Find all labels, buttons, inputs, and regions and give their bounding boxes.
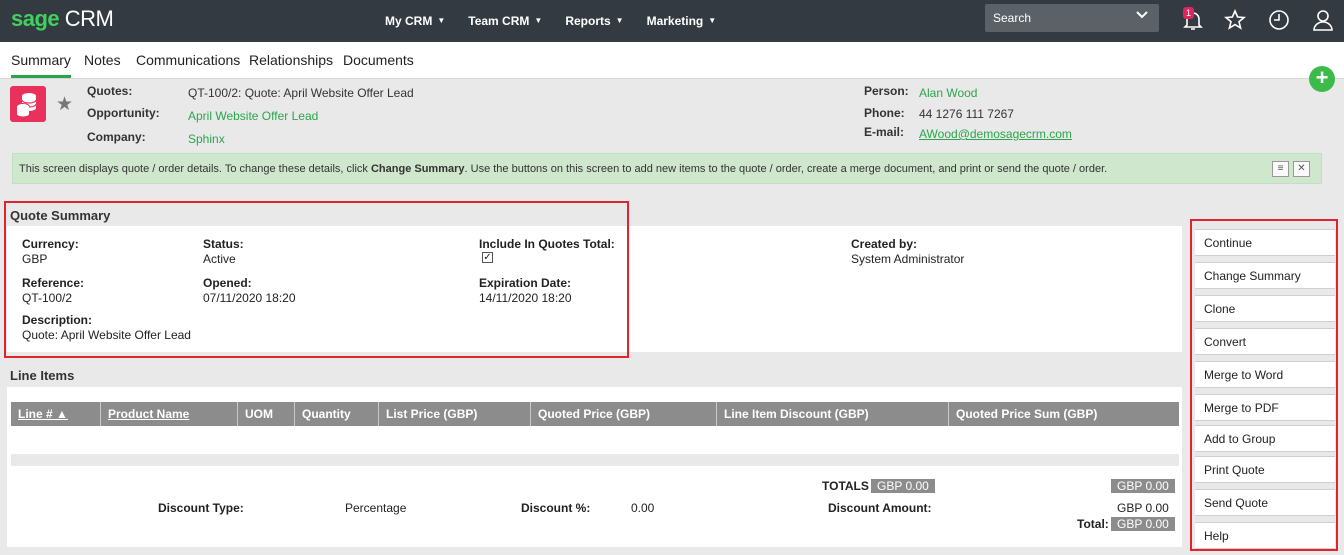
phone-label: Phone:: [864, 106, 905, 120]
merge-to-pdf-button[interactable]: Merge to PDF: [1195, 394, 1335, 421]
change-summary-button[interactable]: Change Summary: [1195, 262, 1335, 289]
column-uom: UOM: [238, 402, 295, 426]
close-icon[interactable]: ✕: [1293, 161, 1310, 177]
continue-button[interactable]: Continue: [1195, 229, 1335, 256]
line-items-header: Line # ▲ Product Name UOM Quantity List …: [11, 402, 1179, 426]
column-list-price: List Price (GBP): [379, 402, 531, 426]
tab-communications[interactable]: Communications: [136, 52, 240, 68]
table-separator: [11, 454, 1179, 466]
opportunity-link[interactable]: April Website Offer Lead: [188, 109, 318, 123]
info-bar: This screen displays quote / order detai…: [12, 153, 1322, 184]
help-button[interactable]: Help: [1195, 522, 1335, 549]
quote-coins-icon: [10, 86, 46, 122]
grand-total-value: GBP 0.00: [1111, 479, 1175, 493]
main-nav: My CRM ▼ Team CRM ▼ Reports ▼ Marketing ▼: [385, 0, 739, 42]
quotes-label: Quotes:: [87, 84, 133, 98]
nav-reports[interactable]: Reports ▼: [565, 0, 623, 42]
person-link[interactable]: Alan Wood: [919, 86, 977, 100]
total-value: GBP 0.00: [1111, 517, 1175, 531]
info-expand-icon[interactable]: ≡: [1272, 161, 1289, 177]
column-product-name[interactable]: Product Name: [101, 402, 238, 426]
nav-marketing[interactable]: Marketing ▼: [647, 0, 717, 42]
star-icon[interactable]: [1223, 8, 1247, 32]
column-quantity: Quantity: [295, 402, 379, 426]
print-quote-button[interactable]: Print Quote: [1195, 456, 1335, 483]
column-quoted-price-sum: Quoted Price Sum (GBP): [956, 407, 1098, 421]
favorite-star-icon[interactable]: ★: [56, 93, 73, 116]
company-link[interactable]: Sphinx: [188, 132, 225, 146]
created-by-label: Created by:: [851, 237, 918, 251]
caret-down-icon: ▼: [437, 16, 446, 25]
email-link[interactable]: AWood@demosagecrm.com: [919, 127, 1072, 141]
quote-summary-highlight: [4, 201, 629, 358]
column-line-item-discount: Line Item Discount (GBP): [717, 402, 949, 426]
user-icon[interactable]: [1311, 8, 1335, 32]
opportunity-label: Opportunity:: [87, 106, 160, 120]
sort-asc-icon: ▲: [56, 407, 68, 421]
discount-type-label: Discount Type:: [158, 501, 244, 515]
person-label: Person:: [864, 84, 909, 98]
tab-bar: Summary Notes Communications Relationshi…: [0, 42, 1344, 79]
nav-team-crm[interactable]: Team CRM ▼: [468, 0, 542, 42]
caret-down-icon: ▼: [615, 16, 624, 25]
sage-crm-logo[interactable]: sage CRM: [11, 6, 114, 32]
created-by-value: System Administrator: [851, 252, 965, 266]
discount-percent-value: 0.00: [631, 501, 655, 515]
chevron-down-icon[interactable]: [1135, 8, 1149, 25]
search-select[interactable]: Search: [985, 4, 1159, 32]
top-bar: sage CRM My CRM ▼ Team CRM ▼ Reports ▼ Mark…: [0, 0, 1344, 42]
company-label: Company:: [87, 130, 146, 144]
action-buttons-panel: Continue Change Summary Clone Convert Me…: [1190, 219, 1338, 551]
email-label: E-mail:: [864, 125, 905, 139]
discount-amount-label: Discount Amount:: [828, 501, 932, 515]
discount-type-value: Percentage: [345, 501, 407, 515]
clone-button[interactable]: Clone: [1195, 295, 1335, 322]
notification-badge: 1: [1183, 7, 1195, 19]
clock-icon[interactable]: [1267, 8, 1291, 32]
search-placeholder: Search: [993, 11, 1032, 25]
merge-to-word-button[interactable]: Merge to Word: [1195, 361, 1335, 388]
nav-my-crm[interactable]: My CRM ▼: [385, 0, 445, 42]
totals-label: TOTALS: [822, 479, 869, 493]
column-line-number[interactable]: Line # ▲: [11, 402, 101, 426]
info-text: This screen displays quote / order detai…: [19, 163, 1108, 175]
total-label: Total:: [1077, 517, 1109, 531]
quotes-value: QT-100/2: Quote: April Website Offer Lea…: [188, 86, 414, 100]
add-button[interactable]: +: [1309, 66, 1335, 92]
discount-amount-value: GBP 0.00: [1117, 501, 1169, 515]
send-quote-button[interactable]: Send Quote: [1195, 489, 1335, 516]
discount-percent-label: Discount %:: [521, 501, 591, 515]
line-items-title: Line Items: [10, 368, 75, 383]
convert-button[interactable]: Convert: [1195, 328, 1335, 355]
caret-down-icon: ▼: [708, 16, 717, 25]
caret-down-icon: ▼: [534, 16, 543, 25]
tab-notes[interactable]: Notes: [84, 52, 121, 68]
tab-relationships[interactable]: Relationships: [249, 52, 333, 68]
column-quoted-price: Quoted Price (GBP): [531, 402, 717, 426]
add-to-group-button[interactable]: Add to Group: [1195, 425, 1335, 452]
tab-summary[interactable]: Summary: [11, 52, 71, 78]
phone-value: 44 1276 111 7267: [919, 107, 1014, 121]
totals-value: GBP 0.00: [871, 479, 935, 493]
tab-documents[interactable]: Documents: [343, 52, 414, 68]
